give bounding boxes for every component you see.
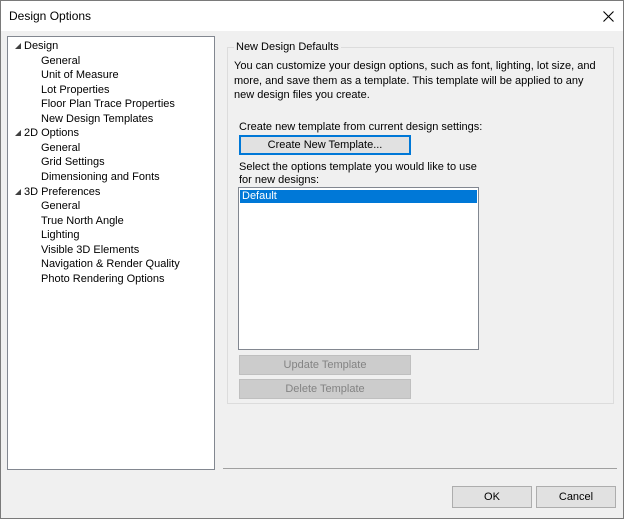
close-button[interactable]: [593, 1, 623, 31]
select-template-label: Select the options template you would li…: [239, 161, 477, 186]
footer-separator: [223, 468, 617, 469]
close-icon: [602, 10, 614, 22]
options-tree[interactable]: Design General Unit of Measure Lot Prope…: [7, 36, 215, 470]
tree-item-photo-rendering-options[interactable]: Photo Rendering Options: [41, 272, 165, 287]
tree-item-true-north-angle[interactable]: True North Angle: [41, 214, 124, 229]
delete-template-button[interactable]: Delete Template: [239, 379, 411, 399]
tree-item-3d-general[interactable]: General: [41, 199, 80, 214]
tree-item-2d-general[interactable]: General: [41, 141, 80, 156]
tree-item-dimensioning-fonts[interactable]: Dimensioning and Fonts: [41, 170, 160, 185]
cancel-button[interactable]: Cancel: [536, 486, 616, 508]
tree-group-label: 2D Options: [24, 127, 80, 139]
list-item[interactable]: Default: [240, 190, 477, 203]
tree-group-label: 3D Preferences: [24, 186, 101, 198]
description-text: You can customize your design options, s…: [234, 60, 596, 101]
templates-listbox[interactable]: Default: [238, 187, 479, 350]
design-options-dialog: Design Options Design General Unit of Me…: [0, 0, 624, 519]
group-title: New Design Defaults: [234, 41, 341, 53]
expanded-arrow-icon[interactable]: [14, 188, 22, 196]
tree-item-visible-3d-elements[interactable]: Visible 3D Elements: [41, 243, 139, 258]
tree-item-floor-plan-trace[interactable]: Floor Plan Trace Properties: [41, 97, 175, 112]
tree-item-navigation-render-quality[interactable]: Navigation & Render Quality: [41, 257, 180, 272]
dialog-title: Design Options: [9, 9, 92, 23]
tree-item-lot-properties[interactable]: Lot Properties: [41, 83, 109, 98]
title-bar: Design Options: [1, 1, 623, 31]
expanded-arrow-icon[interactable]: [14, 129, 22, 137]
expanded-arrow-icon[interactable]: [14, 42, 22, 50]
tree-item-grid-settings[interactable]: Grid Settings: [41, 155, 105, 170]
tree-item-lighting[interactable]: Lighting: [41, 228, 80, 243]
tree-item-unit-of-measure[interactable]: Unit of Measure: [41, 68, 119, 83]
update-template-button[interactable]: Update Template: [239, 355, 411, 375]
tree-group-label: Design: [24, 40, 59, 52]
tree-item-new-design-templates[interactable]: New Design Templates: [41, 112, 153, 127]
tree-item-design-general[interactable]: General: [41, 54, 80, 69]
create-new-template-button[interactable]: Create New Template...: [239, 135, 411, 155]
ok-button[interactable]: OK: [452, 486, 532, 508]
create-template-label: Create new template from current design …: [239, 121, 483, 133]
